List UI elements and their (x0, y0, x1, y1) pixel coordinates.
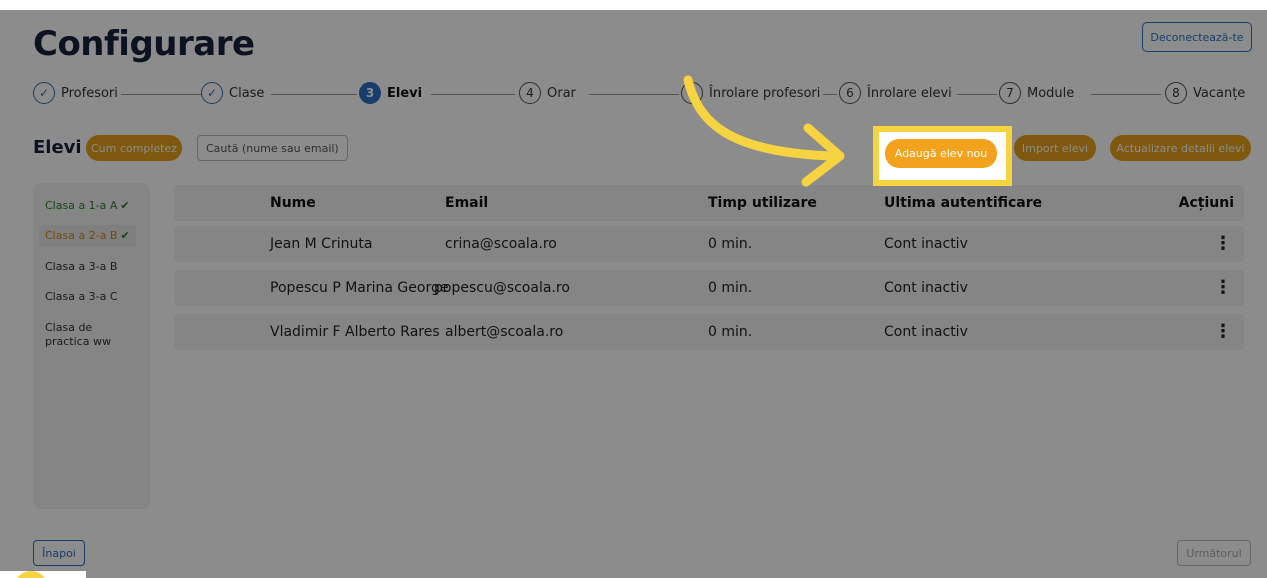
search-input[interactable] (197, 135, 348, 161)
student-name: Jean M Crinuta (270, 236, 373, 252)
step-connector (589, 94, 679, 95)
class-label: Clasa a 1-a A (45, 199, 118, 212)
next-button: Următorul (1177, 540, 1251, 566)
step-number: 6 (839, 82, 861, 104)
last-login: Cont inactiv (884, 236, 968, 252)
more-actions-icon[interactable]: ⋮ (1214, 314, 1232, 350)
column-header-last-login[interactable]: Ultima autentificare (884, 185, 1042, 221)
import-students-button[interactable]: Import elevi (1014, 135, 1096, 161)
table-header: Nume Email Timp utilizare Ultima autenti… (174, 185, 1244, 221)
check-icon: ✓ (201, 82, 223, 104)
back-button[interactable]: Înapoi (33, 540, 85, 566)
student-email: albert@scoala.ro (445, 324, 564, 340)
more-actions-icon[interactable]: ⋮ (1214, 270, 1232, 306)
step-connector (1091, 94, 1161, 95)
step-label: Înrolare elevi (867, 85, 952, 101)
logout-button[interactable]: Deconectează-te (1142, 22, 1252, 52)
student-name: Popescu P Marina George (270, 280, 449, 296)
step-label: Clase (229, 85, 265, 101)
page-title: Configurare (33, 24, 255, 64)
step-number: 7 (999, 82, 1021, 104)
usage-time: 0 min. (708, 236, 753, 252)
step-number: 4 (519, 82, 541, 104)
column-header-email[interactable]: Email (445, 185, 488, 221)
check-icon: ✓ (33, 82, 55, 104)
step-label: Orar (547, 85, 576, 101)
step-label: Vacanțe (1193, 85, 1246, 101)
check-icon: ✔ (120, 199, 130, 212)
step-label: Profesori (61, 85, 118, 101)
step-number: 3 (359, 82, 381, 104)
class-label: Clasa a 3-a B (45, 260, 118, 273)
step-module[interactable]: 7 Module (999, 82, 1074, 104)
step-profesori[interactable]: ✓ Profesori (33, 82, 118, 104)
table-row[interactable]: Jean M Crinuta crina@scoala.ro 0 min. Co… (174, 226, 1244, 262)
update-students-button[interactable]: Actualizare detalii elevi (1110, 135, 1251, 161)
sidebar-item-class[interactable]: Clasa a 1-a A ✔ (39, 195, 136, 217)
class-label: Clasa a 2-a B (45, 229, 118, 242)
add-student-button[interactable]: Adaugă elev nou (885, 139, 997, 168)
last-login: Cont inactiv (884, 280, 968, 296)
step-connector (121, 94, 201, 95)
table-row[interactable]: Popescu P Marina George popescu@scoala.r… (174, 270, 1244, 306)
setup-stepper: ✓ Profesori ✓ Clase 3 Elevi 4 Orar Înrol… (33, 82, 1245, 108)
table-row[interactable]: Vladimir F Alberto Rares albert@scoala.r… (174, 314, 1244, 350)
last-login: Cont inactiv (884, 324, 968, 340)
sidebar-item-class[interactable]: Clasa a 3-a C (39, 286, 124, 308)
column-header-actions: Acțiuni (1178, 195, 1234, 211)
section-title: Elevi (33, 137, 82, 158)
sidebar-item-class[interactable]: Clasa a 3-a B (39, 256, 123, 278)
student-email: crina@scoala.ro (445, 236, 557, 252)
class-label: Clasa de practica ww (45, 321, 111, 348)
column-header-time[interactable]: Timp utilizare (708, 185, 817, 221)
step-label: Înrolare profesori (709, 85, 821, 101)
usage-time: 0 min. (708, 324, 753, 340)
class-label: Clasa a 3-a C (45, 290, 118, 303)
more-actions-icon[interactable]: ⋮ (1214, 226, 1232, 262)
usage-time: 0 min. (708, 280, 753, 296)
step-number: 8 (1165, 82, 1187, 104)
step-connector (823, 94, 837, 95)
step-vacante[interactable]: 8 Vacanțe (1165, 82, 1245, 104)
step-label: Module (1027, 85, 1075, 101)
step-inrolare-profesori[interactable]: Înrolare profesori (681, 82, 820, 104)
check-icon: ✔ (120, 229, 130, 242)
step-label: Elevi (387, 85, 423, 101)
sidebar-item-class[interactable]: Clasa de practica ww (39, 317, 143, 353)
column-header-name[interactable]: Nume (270, 185, 316, 221)
class-sidebar: Clasa a 1-a A ✔ Clasa a 2-a B ✔ Clasa a 3-… (33, 183, 150, 509)
step-clase[interactable]: ✓ Clase (201, 82, 264, 104)
step-orar[interactable]: 4 Orar (519, 82, 576, 104)
help-button[interactable]: Cum completez (86, 135, 182, 161)
step-connector (957, 94, 997, 95)
student-name: Vladimir F Alberto Rares (270, 324, 440, 340)
sidebar-item-class-selected[interactable]: Clasa a 2-a B ✔ (39, 225, 136, 247)
student-email: popescu@scoala.ro (434, 280, 570, 296)
step-elevi[interactable]: 3 Elevi (359, 82, 422, 104)
step-inrolare-elevi[interactable]: 6 Înrolare elevi (839, 82, 952, 104)
step-connector (271, 94, 357, 95)
step-number (681, 82, 703, 104)
step-connector (431, 94, 515, 95)
